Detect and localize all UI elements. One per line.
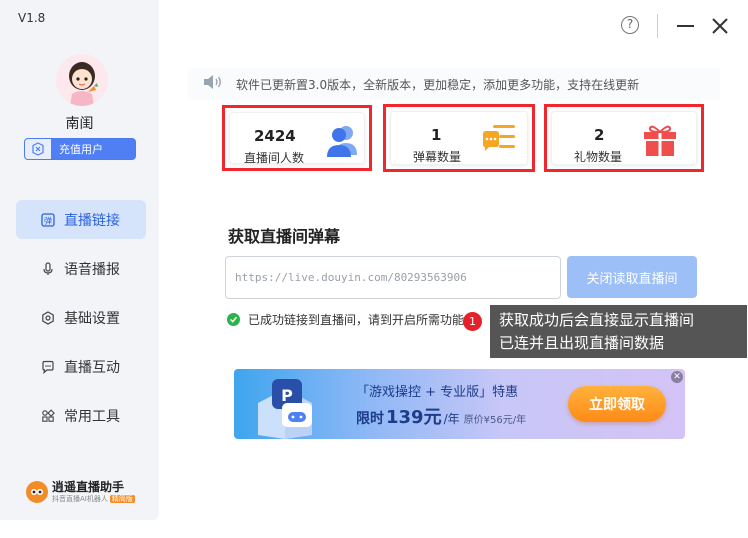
banner-close-icon[interactable]: ✕ [671, 371, 683, 383]
gift-icon [644, 125, 676, 156]
brand-logo: 逍遥直播助手 抖音直播AI机器人 精简版 [26, 476, 138, 508]
close-icon [712, 18, 728, 34]
brand-subtitle: 抖音直播AI机器人 精简版 [52, 494, 135, 504]
stat-viewers-highlight: 2424 直播间人数 [222, 105, 372, 171]
stat-card-comments: 1 弹幕数量 [390, 111, 528, 165]
promo-unit: /年 [443, 412, 460, 426]
promo-original-price: 原价¥56元/年 [463, 415, 527, 426]
tooltip-line: 已连并且出现直播间数据 [499, 334, 665, 352]
comment-list-icon [483, 125, 515, 151]
svg-text:P: P [281, 386, 293, 405]
section-title: 获取直播间弹幕 [228, 227, 341, 246]
sidebar-item-live-interaction[interactable]: 直播互动 [16, 347, 146, 386]
svg-text:弹: 弹 [44, 215, 52, 225]
notice-text: 软件已更新置3.0版本，全新版本，更加稳定，添加更多功能，支持在线更新 [236, 77, 640, 92]
claim-now-button[interactable]: 立即领取 [568, 386, 666, 422]
sidebar-nav: 弹 直播链接 语音播报 基础设置 直播互动 常用工具 [16, 200, 146, 445]
sidebar-item-label: 语音播报 [64, 261, 120, 278]
stat-card-gifts: 2 礼物数量 [551, 111, 697, 165]
notice-bar: 软件已更新置3.0版本，全新版本，更加稳定，添加更多功能，支持在线更新 [188, 68, 720, 100]
sidebar-item-label: 基础设置 [64, 310, 120, 327]
version-label: V1.8 [18, 11, 46, 25]
gear-icon [40, 310, 56, 326]
close-button[interactable] [711, 17, 729, 35]
connection-status: 已成功链接到直播间，请到开启所需功能 [227, 311, 464, 328]
promo-price-prefix: 限时 [356, 411, 384, 427]
live-url-input[interactable] [225, 256, 561, 299]
stat-card-viewers: 2424 直播间人数 [229, 112, 365, 165]
avatar[interactable] [56, 54, 108, 106]
sidebar-item-label: 直播互动 [64, 359, 120, 376]
check-circle-icon [227, 313, 240, 326]
vip-label: 充值用户 [59, 143, 103, 156]
chat-bubble-icon [40, 359, 56, 375]
bullet-comment-icon: 弹 [40, 212, 56, 228]
users-icon [327, 126, 357, 157]
help-button[interactable]: ? [621, 16, 639, 34]
sidebar-item-voice-broadcast[interactable]: 语音播报 [16, 249, 146, 288]
promo-title: 「游戏操控 + 专业版」特惠 [356, 385, 519, 400]
window-control-divider [657, 14, 658, 38]
brand-name: 逍遥直播助手 [52, 480, 125, 494]
username: 南闺 [65, 116, 94, 132]
owl-logo-icon [26, 481, 48, 503]
grid-icon [40, 408, 56, 424]
stat-comments-highlight: 1 弹幕数量 [383, 104, 535, 172]
step-number-badge: 1 [463, 312, 482, 331]
sidebar-item-common-tools[interactable]: 常用工具 [16, 396, 146, 435]
app-window: V1.8 南闺 充值用户 弹 直播链接 语音播报 基础设置 直播互动 常用工具 … [0, 0, 748, 538]
sidebar-item-label: 常用工具 [64, 408, 120, 425]
sidebar-item-label: 直播链接 [64, 212, 120, 229]
tooltip-line: 获取成功后会直接显示直播间 [499, 311, 695, 329]
stat-value: 2424 [254, 127, 296, 145]
minimize-button[interactable] [677, 25, 694, 27]
stat-label: 直播间人数 [244, 151, 305, 165]
promo-banner[interactable]: P 「游戏操控 + 专业版」特惠 限时 139元 /年 原价¥56元/年 立即领… [234, 369, 685, 439]
game-controller-cube-icon: P [258, 379, 312, 439]
brand-sub-text: 抖音直播AI机器人 [52, 495, 108, 503]
sidebar-item-basic-settings[interactable]: 基础设置 [16, 298, 146, 337]
promo-price-line: 限时 139元 /年 原价¥56元/年 [356, 403, 526, 429]
stop-reading-button[interactable]: 关闭读取直播间 [567, 256, 697, 298]
stat-label: 礼物数量 [574, 150, 623, 164]
annotation-tooltip: 获取成功后会直接显示直播间 已连并且出现直播间数据 [490, 305, 747, 358]
microphone-icon [40, 261, 56, 277]
brand-tag: 精简版 [109, 495, 135, 503]
status-text: 已成功链接到直播间，请到开启所需功能 [248, 313, 465, 327]
stat-label: 弹幕数量 [413, 150, 462, 164]
vip-badge: 充值用户 [24, 138, 136, 160]
sidebar-item-live-link[interactable]: 弹 直播链接 [16, 200, 146, 239]
speaker-icon [202, 74, 224, 94]
promo-price: 139元 [386, 407, 442, 428]
stat-value: 2 [594, 126, 605, 144]
sidebar: V1.8 南闺 充值用户 弹 直播链接 语音播报 基础设置 直播互动 常用工具 … [0, 0, 159, 520]
stat-value: 1 [431, 126, 442, 144]
avatar-image-icon [56, 54, 108, 106]
stat-gifts-highlight: 2 礼物数量 [544, 104, 704, 172]
vip-shield-icon [25, 139, 51, 159]
